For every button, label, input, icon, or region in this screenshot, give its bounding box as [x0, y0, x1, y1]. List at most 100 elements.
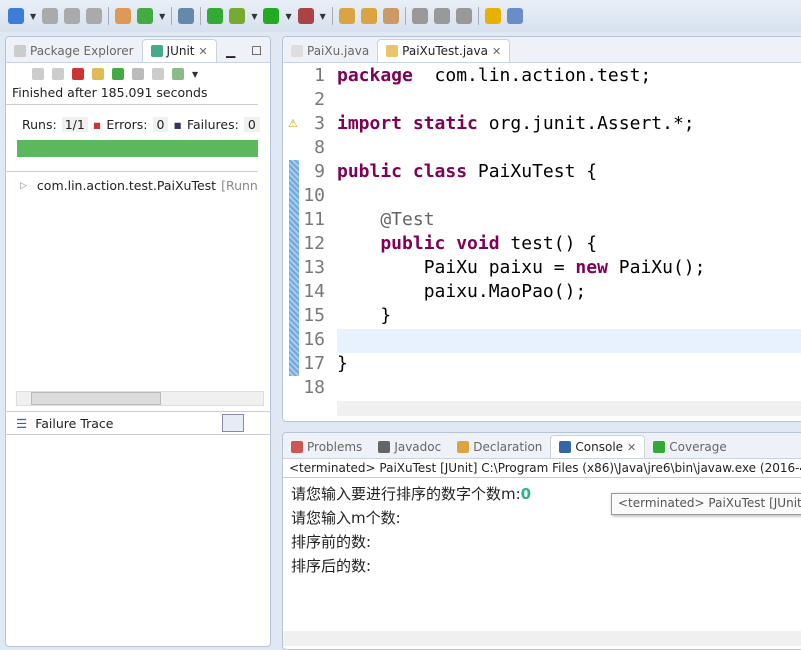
save-icon[interactable] — [42, 8, 59, 24]
chevron-down-icon[interactable]: ▼ — [251, 12, 257, 21]
tooltip: <terminated> PaiXuTest [JUnit] C — [611, 493, 801, 515]
new-icon[interactable] — [8, 8, 24, 24]
run-icon[interactable] — [263, 8, 280, 24]
close-icon[interactable]: ✕ — [627, 441, 636, 454]
console-line: 排序后的数: — [291, 555, 371, 576]
expand-icon[interactable]: ▷ — [20, 181, 27, 191]
tab-javadoc[interactable]: Javadoc — [370, 436, 449, 458]
tab-declaration[interactable]: Declaration — [449, 436, 550, 458]
previous-failure-icon[interactable] — [52, 68, 64, 80]
filter-stack-trace-button[interactable] — [222, 414, 244, 432]
code-token: org.junit.Assert.*; — [477, 113, 695, 134]
code-line: public class PaiXuTest { — [337, 161, 597, 182]
print-icon[interactable] — [86, 8, 103, 24]
wand-icon[interactable] — [382, 8, 399, 24]
tab-paixu-java[interactable]: PaiXu.java — [283, 40, 377, 62]
code-area[interactable]: 1 package com.lin.action.test; 2 3 import st… — [283, 65, 801, 405]
back-icon[interactable] — [484, 8, 501, 24]
tab-paixutest-java[interactable]: PaiXuTest.java ✕ — [377, 39, 511, 62]
code-token: } — [337, 305, 392, 326]
line-number: 15 — [303, 305, 325, 326]
editor-horizontal-scrollbar[interactable] — [337, 401, 801, 416]
tab-coverage[interactable]: Coverage — [645, 436, 735, 458]
skip-breakpoints-icon[interactable] — [178, 8, 195, 24]
line-number: 8 — [314, 137, 325, 158]
code-token: package — [337, 65, 413, 86]
chevron-down-icon[interactable]: ▼ — [192, 70, 198, 79]
horizontal-scrollbar[interactable] — [16, 391, 264, 406]
line-number: 11 — [303, 209, 325, 230]
line-number: 18 — [303, 377, 325, 398]
console-text: 请您输入要进行排序的数字个数m: — [291, 485, 521, 503]
tree-item[interactable]: ▷ com.lin.action.test.PaiXuTest[Runner — [6, 171, 258, 193]
console-view: Problems Javadoc Declaration Console ✕ Covera… — [282, 432, 801, 650]
code-line: } — [337, 305, 391, 326]
open-folder-icon[interactable] — [338, 8, 355, 24]
java-file-icon — [291, 45, 303, 57]
coverage-icon[interactable] — [297, 8, 314, 24]
toolbar-separator — [108, 7, 110, 25]
failure-icon: ▪ — [173, 117, 182, 132]
junit-view: Package Explorer JUnit ✕ ▁ ☐ ▼ Finished a… — [5, 36, 271, 647]
code-line: @Test — [337, 209, 435, 230]
code-token: PaiXu paixu = — [337, 257, 576, 278]
pin-icon[interactable] — [433, 8, 450, 24]
maximize-button[interactable]: ☐ — [243, 40, 270, 62]
forward-icon[interactable] — [506, 8, 523, 24]
close-icon[interactable]: ✕ — [199, 45, 208, 58]
line-number: 13 — [303, 257, 325, 278]
toolbar-separator — [331, 7, 333, 25]
tab-console[interactable]: Console ✕ — [550, 435, 646, 458]
tab-junit[interactable]: JUnit ✕ — [141, 39, 217, 62]
chevron-down-icon[interactable]: ▼ — [320, 12, 326, 21]
chevron-down-icon[interactable]: ▼ — [30, 12, 36, 21]
next-failure-icon[interactable] — [32, 68, 44, 80]
close-icon[interactable]: ✕ — [492, 45, 501, 58]
bug-icon[interactable] — [229, 8, 246, 24]
console-line: 排序前的数: — [291, 531, 371, 552]
chevron-down-icon[interactable]: ▼ — [159, 12, 165, 21]
open-type-icon[interactable] — [360, 8, 377, 24]
line-number: 17 — [303, 353, 325, 374]
rerun-test-icon[interactable] — [112, 68, 124, 80]
code-token: import static — [337, 113, 478, 134]
stop-icon[interactable] — [152, 68, 164, 80]
history-icon[interactable] — [172, 68, 184, 80]
save-all-icon[interactable] — [64, 8, 81, 24]
list-icon: ☰ — [16, 415, 28, 431]
nav-icon[interactable] — [411, 8, 428, 24]
code-token: } — [337, 353, 348, 374]
minimize-button[interactable]: ▁ — [218, 40, 243, 62]
code-token: @Test — [337, 209, 435, 230]
package-icon[interactable] — [115, 8, 132, 24]
code-token: PaiXu(); — [607, 257, 706, 278]
tab-problems[interactable]: Problems — [283, 436, 370, 458]
code-line: import static org.junit.Assert.*; — [337, 113, 695, 134]
console-line: 请您输入m个数: — [291, 507, 401, 528]
code-token: paixu.MaoPao(); — [337, 281, 587, 302]
annotation-icon[interactable] — [455, 8, 472, 24]
toolbar-separator — [200, 7, 202, 25]
progress-bar — [17, 140, 258, 157]
line-number: 16 — [303, 329, 325, 350]
code-token: public class — [337, 161, 468, 182]
show-failures-only-icon[interactable] — [72, 68, 84, 80]
console-text: 排序前的数: — [291, 533, 372, 551]
run-status: Finished after 185.091 seconds — [6, 85, 258, 105]
code-line: package com.lin.action.test; — [337, 65, 651, 86]
failure-trace-header: ☰ Failure Trace — [6, 411, 270, 435]
coverage-icon — [653, 441, 666, 453]
line-number: 10 — [303, 185, 325, 206]
scroll-lock-icon[interactable] — [92, 68, 104, 80]
console-icon — [559, 441, 572, 453]
main-toolbar: ▼ ▼ ▼ ▼ ▼ — [0, 0, 801, 32]
debug-run-icon[interactable] — [207, 8, 224, 24]
refresh-icon[interactable] — [137, 8, 154, 24]
rerun-failed-icon[interactable] — [132, 68, 144, 80]
console-horizontal-scrollbar[interactable] — [283, 631, 801, 646]
tab-package-explorer[interactable]: Package Explorer — [6, 40, 142, 62]
line-number: 12 — [303, 233, 325, 254]
toolbar-separator — [477, 7, 479, 25]
problems-icon — [291, 441, 303, 453]
chevron-down-icon[interactable]: ▼ — [285, 12, 291, 21]
